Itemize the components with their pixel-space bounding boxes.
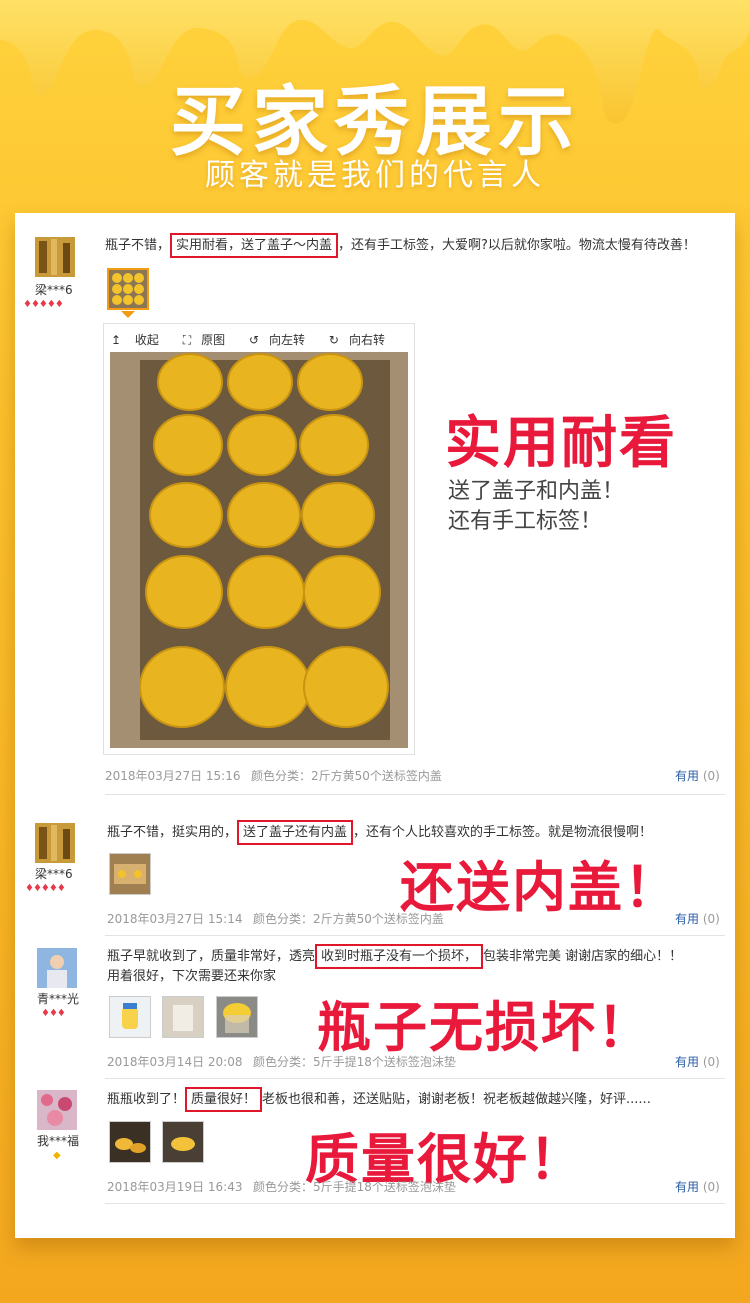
image-toolbar: ↥ 收起 ⛶ 原图 ↺ 向左转 ↻ 向右转	[111, 331, 405, 348]
expand-icon: ⛶	[182, 333, 192, 347]
rotate-left-button[interactable]: ↺ 向左转	[249, 333, 315, 347]
review-spec: 颜色分类：2斤方黄50个送标签内盖	[253, 912, 444, 926]
review-spec: 颜色分类：2斤方黄50个送标签内盖	[251, 769, 442, 783]
review-large-photo	[110, 352, 408, 748]
review-text: 瓶子不错， 实用耐看，送了盖子～内盖 ，还有手工标签，大爱啊?以后就你家啦。物流太慢…	[105, 233, 696, 258]
original-image-button[interactable]: ⛶ 原图	[183, 333, 235, 347]
callout-line: 还有手工标签！	[448, 509, 603, 534]
review-thumbnail[interactable]	[162, 996, 204, 1038]
useful-button[interactable]: 有用 (0)	[675, 767, 720, 784]
rotate-right-button[interactable]: ↻ 向右转	[329, 333, 395, 347]
highlight-box: 质量很好！	[185, 1087, 263, 1112]
review-spec: 颜色分类：5斤手提18个送标签泡沫垫	[253, 1180, 456, 1194]
highlight-box: 实用耐看，送了盖子～内盖	[170, 233, 339, 258]
review-thumbnail[interactable]	[216, 996, 258, 1038]
avatar[interactable]	[35, 237, 75, 277]
useful-button[interactable]: 有用 (0)	[675, 1178, 720, 1195]
highlight-box: 收到时瓶子没有一个损坏，	[315, 944, 484, 969]
buyer-level-icon: ♦♦♦	[41, 1008, 66, 1019]
review-thumbnail[interactable]	[109, 996, 151, 1038]
buyer-level-icon: ♦♦♦♦♦	[25, 883, 66, 894]
review-thumbnail[interactable]	[107, 268, 149, 310]
page-subtitle: 顾客就是我们的代言人	[205, 158, 545, 193]
callout-title: 瓶子无损坏！	[317, 996, 653, 1059]
diamond-level-icon: ◆	[53, 1150, 61, 1161]
rotate-left-icon: ↺	[248, 333, 260, 347]
review-date: 2018年03月14日 20:08	[107, 1055, 243, 1069]
review-spec: 颜色分类：5斤手提18个送标签泡沫垫	[253, 1055, 456, 1069]
collapse-button[interactable]: ↥ 收起	[111, 333, 169, 347]
review-divider	[105, 1203, 725, 1204]
review-date: 2018年03月27日 15:14	[107, 912, 243, 926]
review-date: 2018年03月19日 16:43	[107, 1180, 243, 1194]
review-text-line2: 用着很好，下次需要还来你家	[107, 969, 277, 984]
avatar[interactable]	[37, 1090, 77, 1130]
avatar[interactable]	[35, 823, 75, 863]
username[interactable]: 梁***6	[35, 281, 73, 298]
callout-title: 实用耐看	[445, 411, 677, 476]
review-thumbnail[interactable]	[162, 1121, 204, 1163]
rotate-right-icon: ↻	[328, 333, 339, 347]
review-thumbnail[interactable]	[109, 1121, 151, 1163]
arrow-up-icon: ↥	[111, 333, 122, 347]
username[interactable]: 青***光	[37, 990, 79, 1007]
useful-button[interactable]: 有用 (0)	[675, 1053, 720, 1070]
review-date: 2018年03月27日 15:16	[105, 769, 241, 783]
review-divider	[105, 794, 725, 795]
callout-detail: 送了盖子和内盖！ 还有手工标签！	[448, 477, 624, 537]
callout-line: 送了盖子和内盖！	[448, 479, 625, 504]
username[interactable]: 梁***6	[35, 865, 73, 882]
buyer-level-icon: ♦♦♦♦♦	[23, 299, 64, 310]
review-divider	[105, 1078, 725, 1079]
review-divider	[105, 935, 725, 936]
review-text: 瓶子不错，挺实用的， 送了盖子还有内盖 ，还有个人比较喜欢的手工标签。就是物流很慢啊…	[107, 820, 652, 845]
review-text: 瓶瓶收到了！ 质量很好！ 老板也很和善，还送贴贴，谢谢老板！祝老板越做越兴隆，好评.…	[107, 1087, 651, 1112]
review-text: 瓶子早就收到了，质量非常好，透亮 收到时瓶子没有一个损坏， 包装非常完美 谢谢店家的…	[107, 944, 682, 969]
thumbnail-pointer-icon	[121, 311, 135, 318]
review-thumbnail[interactable]	[109, 853, 151, 895]
useful-button[interactable]: 有用 (0)	[675, 910, 720, 927]
reviews-card: 梁***6 ♦♦♦♦♦ 瓶子不错， 实用耐看，送了盖子～内盖 ，还有手工标签，大爱啊…	[15, 213, 735, 1238]
highlight-box: 送了盖子还有内盖	[237, 820, 354, 845]
username[interactable]: 我***福	[37, 1132, 79, 1149]
avatar[interactable]	[37, 948, 77, 988]
